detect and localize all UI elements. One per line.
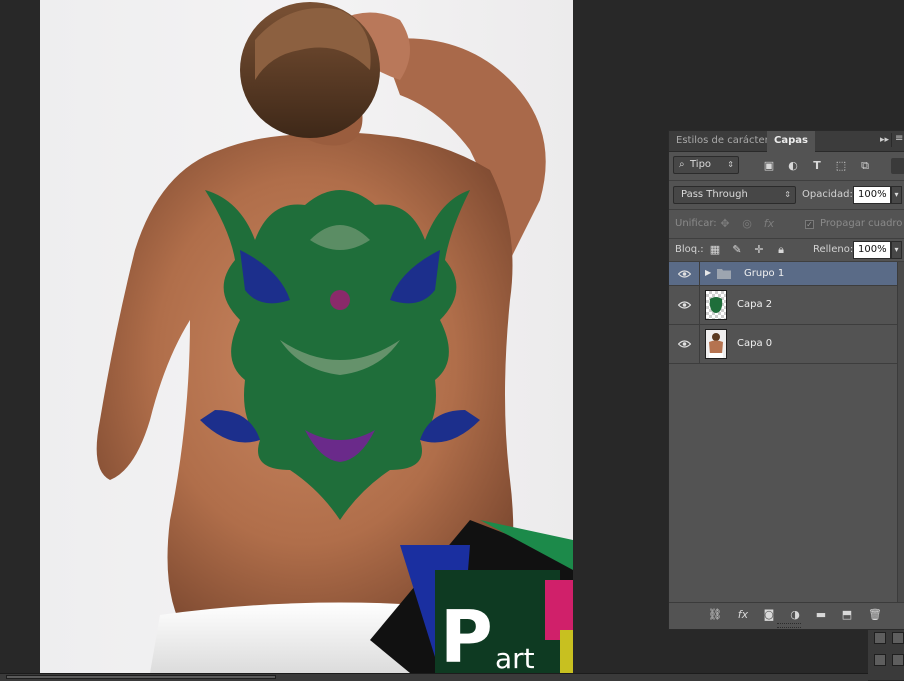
unify-visibility-icon[interactable]: ◎ xyxy=(739,216,755,232)
svg-text:art: art xyxy=(495,642,535,673)
layers-panel: Estilos de carácter Capas ▸▸ ≡ ⌕ Tipo ⇕ … xyxy=(668,130,904,630)
dock-strip xyxy=(868,630,904,680)
visibility-toggle[interactable] xyxy=(669,262,700,285)
layer-name: Capa 2 xyxy=(737,299,773,310)
opacity-label: Opacidad: xyxy=(802,189,853,200)
svg-text:P: P xyxy=(440,595,493,673)
propagate-checkbox[interactable]: ✓ xyxy=(805,220,814,229)
updown-icon: ⇕ xyxy=(784,190,791,199)
new-group-icon[interactable]: ▬ xyxy=(813,607,829,623)
eye-icon xyxy=(678,301,691,309)
blend-mode-value: Pass Through xyxy=(681,189,748,200)
panel-footer: ⛓ fx ◙ ◑ ▬ ⬒ 🗑︎ xyxy=(669,602,904,629)
fill-label: Relleno: xyxy=(813,244,854,255)
unify-style-icon[interactable]: fx xyxy=(761,216,777,232)
delete-layer-icon[interactable]: 🗑︎ xyxy=(867,607,883,623)
document-canvas[interactable]: P art xyxy=(40,0,573,673)
smart-object-filter-icon[interactable]: ⧉ xyxy=(857,158,873,174)
lock-label: Bloq.: xyxy=(675,244,704,255)
add-mask-icon[interactable]: ◙ xyxy=(761,607,777,623)
resize-grip[interactable] xyxy=(777,623,801,628)
new-adjustment-layer-icon[interactable]: ◑ xyxy=(787,607,803,623)
lock-all-icon[interactable]: 🔒︎ xyxy=(773,242,789,258)
layer-row-group-1[interactable]: ▶ Grupo 1 xyxy=(669,262,897,286)
visibility-toggle[interactable] xyxy=(669,286,700,324)
add-layer-style-icon[interactable]: fx xyxy=(735,607,751,623)
pixel-filter-icon[interactable]: ▣ xyxy=(761,158,777,174)
dock-panel-button[interactable] xyxy=(874,632,886,644)
layer-thumbnail xyxy=(705,329,727,359)
visibility-toggle[interactable] xyxy=(669,325,700,363)
dock-panel-button[interactable] xyxy=(892,654,904,666)
layer-name: Grupo 1 xyxy=(744,268,785,279)
link-layers-icon[interactable]: ⛓ xyxy=(707,607,723,623)
type-filter-icon[interactable]: T xyxy=(809,158,825,174)
propagate-label: Propagar cuadro 1 xyxy=(820,218,904,229)
lock-image-pixels-icon[interactable]: ✎ xyxy=(729,242,745,258)
opacity-dropdown-arrow-icon[interactable]: ▾ xyxy=(891,186,902,204)
filter-kind-select[interactable]: ⌕ Tipo ⇕ xyxy=(673,156,739,174)
expand-triangle-icon[interactable]: ▶ xyxy=(705,268,711,277)
layer-name: Capa 0 xyxy=(737,338,773,349)
lock-row: Bloq.: ▦ ✎ ✛ 🔒︎ Relleno: 100% ▾ xyxy=(669,239,904,261)
dock-panel-button[interactable] xyxy=(892,632,904,644)
dock-panel-button[interactable] xyxy=(874,654,886,666)
filter-kind-label: Tipo xyxy=(690,159,712,170)
layer-row-capa-2[interactable]: Capa 2 xyxy=(669,286,897,325)
eye-icon xyxy=(678,340,691,348)
layer-thumbnail xyxy=(705,290,727,320)
tab-layers[interactable]: Capas xyxy=(767,131,815,152)
filter-row: ⌕ Tipo ⇕ ▣ ◐ T ⬚ ⧉ xyxy=(669,152,904,180)
photo-artwork: P art xyxy=(96,2,573,673)
eye-icon xyxy=(678,269,691,278)
scroll-thumb[interactable] xyxy=(6,675,276,679)
fill-dropdown-arrow-icon[interactable]: ▾ xyxy=(891,241,902,259)
updown-icon: ⇕ xyxy=(727,160,734,169)
unify-label: Unificar: xyxy=(675,218,717,229)
layer-row-capa-0[interactable]: Capa 0 xyxy=(669,325,897,364)
panel-menu-icon[interactable]: ≡ xyxy=(891,133,904,147)
layers-scrollbar[interactable] xyxy=(897,262,904,605)
panel-tab-bar: Estilos de carácter Capas ▸▸ ≡ xyxy=(669,131,904,152)
unify-position-icon[interactable]: ✥ xyxy=(717,216,733,232)
filter-toggle-icon[interactable] xyxy=(891,158,904,174)
adjustment-filter-icon[interactable]: ◐ xyxy=(785,158,801,174)
panel-collapse-arrows-icon[interactable]: ▸▸ xyxy=(880,135,889,145)
unify-row: Unificar: ✥ ◎ fx ✓ Propagar cuadro 1 xyxy=(669,210,904,238)
lock-position-icon[interactable]: ✛ xyxy=(751,242,767,258)
fill-input[interactable]: 100% xyxy=(853,241,891,259)
lock-transparent-pixels-icon[interactable]: ▦ xyxy=(707,242,723,258)
search-icon: ⌕ xyxy=(679,159,685,170)
blend-mode-select[interactable]: Pass Through ⇕ xyxy=(673,186,796,204)
new-layer-icon[interactable]: ⬒ xyxy=(839,607,855,623)
tab-character-styles[interactable]: Estilos de carácter xyxy=(669,131,776,151)
opacity-input[interactable]: 100% xyxy=(853,186,891,204)
folder-icon xyxy=(717,268,731,279)
blend-row: Pass Through ⇕ Opacidad: 100% ▾ xyxy=(669,181,904,209)
shape-filter-icon[interactable]: ⬚ xyxy=(833,158,849,174)
